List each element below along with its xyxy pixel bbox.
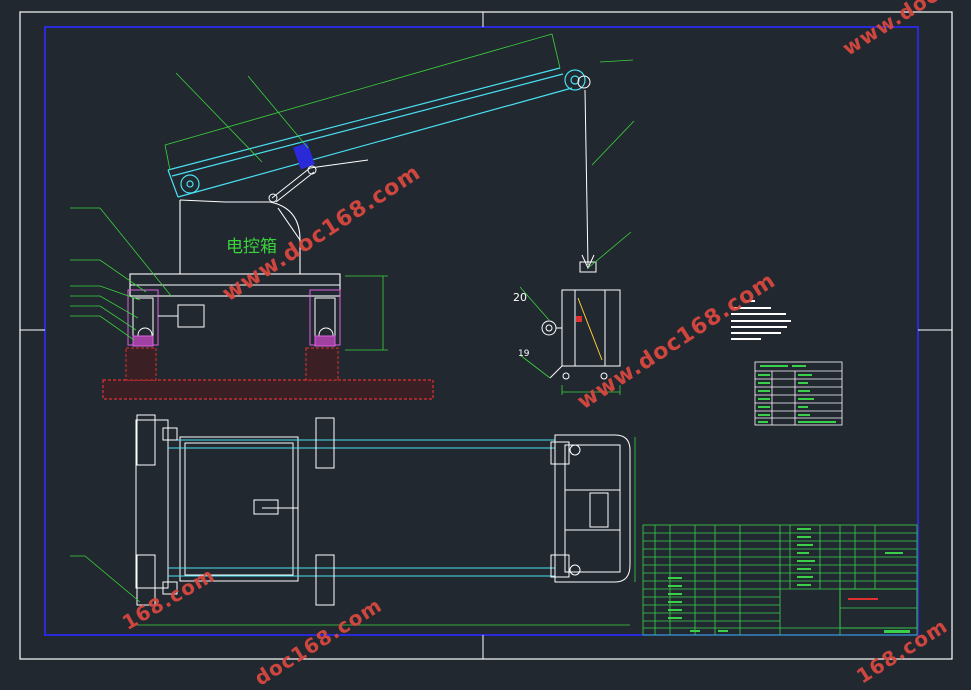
plan-dimension — [137, 437, 636, 626]
part-number-label: 19 — [518, 349, 530, 359]
height-dimension — [345, 275, 388, 351]
left-wheel-assembly — [127, 289, 205, 347]
title-block-text — [668, 528, 910, 633]
hydraulic-cylinder — [268, 142, 369, 203]
parameter-table-text — [758, 365, 836, 423]
boom-dimension — [164, 33, 561, 171]
foundation-pit-left — [125, 347, 157, 381]
hook-block — [541, 75, 621, 380]
part-number-label: 20 — [513, 291, 527, 304]
cad-drawing-canvas — [19, 11, 953, 660]
foundation — [102, 379, 434, 400]
hoist-rope — [584, 89, 589, 266]
inner-border — [44, 26, 919, 636]
foundation-pit-right — [305, 347, 339, 381]
hook-red-mark — [576, 316, 582, 322]
right-wheel-assembly — [309, 289, 341, 347]
title-block — [642, 524, 918, 636]
crane-boom — [167, 67, 586, 198]
